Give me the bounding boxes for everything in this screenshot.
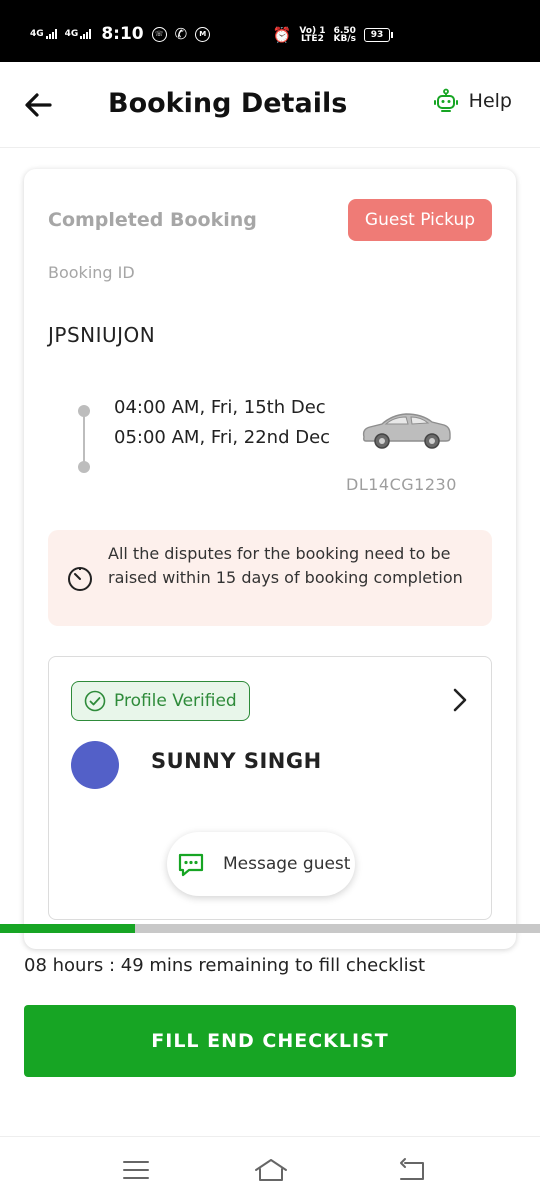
support-bot-icon	[433, 88, 458, 112]
dispute-notice: All the disputes for the booking need to…	[48, 530, 492, 626]
booking-status: Completed Booking	[48, 209, 257, 231]
message-guest-label: Message guest	[223, 854, 351, 874]
booking-card: Completed Booking Guest Pickup Booking I…	[24, 169, 516, 949]
checklist-remaining-text: 08 hours : 49 mins remaining to fill che…	[24, 955, 426, 976]
timer-icon	[68, 567, 92, 591]
whatsapp-icon: ☏	[151, 26, 167, 42]
trip-start-time: 04:00 AM, Fri, 15th Dec	[114, 397, 326, 418]
profile-verified-label: Profile Verified	[114, 691, 237, 711]
clock: 8:10	[101, 24, 144, 44]
guest-avatar	[71, 741, 119, 789]
guest-name: SUNNY SINGH	[151, 749, 322, 773]
network-1: 4G	[30, 29, 57, 39]
app-header: Booking Details Help	[0, 62, 540, 148]
status-left: 4G 4G 8:10 ☏ ✆ M	[30, 24, 211, 44]
fill-end-checklist-button[interactable]: FILL END CHECKLIST	[24, 1005, 516, 1077]
chat-icon	[178, 853, 204, 877]
message-guest-button[interactable]: Message guest	[167, 832, 355, 896]
back-button[interactable]	[22, 88, 56, 122]
checklist-progress-fill	[0, 924, 135, 933]
timeline-start-dot	[78, 405, 90, 417]
guest-card[interactable]: Profile Verified SUNNY SINGH Message gue…	[48, 656, 492, 920]
arrow-left-icon	[25, 93, 52, 117]
booking-id-value: JPSNIUJON	[48, 323, 156, 347]
trip-end-time: 05:00 AM, Fri, 22nd Dec	[114, 427, 331, 448]
dispute-text: All the disputes for the booking need to…	[108, 544, 463, 587]
check-circle-icon	[84, 690, 106, 712]
volte-indicator: Vo) 1 LTE2	[299, 27, 325, 44]
missed-call-icon: ✆	[174, 25, 188, 43]
help-button[interactable]: Help	[433, 88, 512, 114]
signal-icon	[45, 29, 57, 39]
chevron-right-icon[interactable]	[449, 687, 471, 713]
network-1-label: 4G	[30, 29, 44, 39]
alarm-icon: ⏰	[272, 26, 292, 44]
network-2-label: 4G	[64, 29, 79, 39]
car-plate: DL14CG1230	[346, 475, 457, 494]
booking-id-label: Booking ID	[48, 263, 135, 282]
page-title: Booking Details	[108, 88, 348, 119]
network-speed: 6.50 KB/s	[333, 27, 356, 44]
profile-verified-badge: Profile Verified	[71, 681, 250, 721]
guest-pickup-badge: Guest Pickup	[348, 199, 492, 241]
signal-icon	[80, 29, 92, 39]
battery-level: 93	[370, 30, 384, 40]
app-notification-icon: M	[195, 26, 211, 42]
battery-icon: 93	[364, 28, 393, 42]
help-label: Help	[468, 90, 512, 112]
status-bar: 4G 4G 8:10 ☏ ✆ M ⏰ Vo) 1 LTE2 6.50 KB/s 93	[0, 0, 540, 62]
trip-timeline	[78, 405, 90, 473]
speed-unit: KB/s	[333, 34, 356, 44]
status-right: ⏰ Vo) 1 LTE2 6.50 KB/s 93	[272, 26, 393, 44]
back-nav-icon[interactable]	[397, 1157, 427, 1183]
volte-bottom: LTE2	[301, 34, 324, 44]
timeline-end-dot	[78, 461, 90, 473]
network-2: 4G	[65, 29, 92, 39]
system-nav-bar	[0, 1136, 540, 1200]
timeline-line	[83, 411, 85, 467]
home-icon[interactable]	[254, 1157, 288, 1183]
car-icon	[362, 413, 451, 449]
menu-icon[interactable]	[121, 1157, 151, 1183]
checklist-progress-bar	[0, 924, 540, 933]
